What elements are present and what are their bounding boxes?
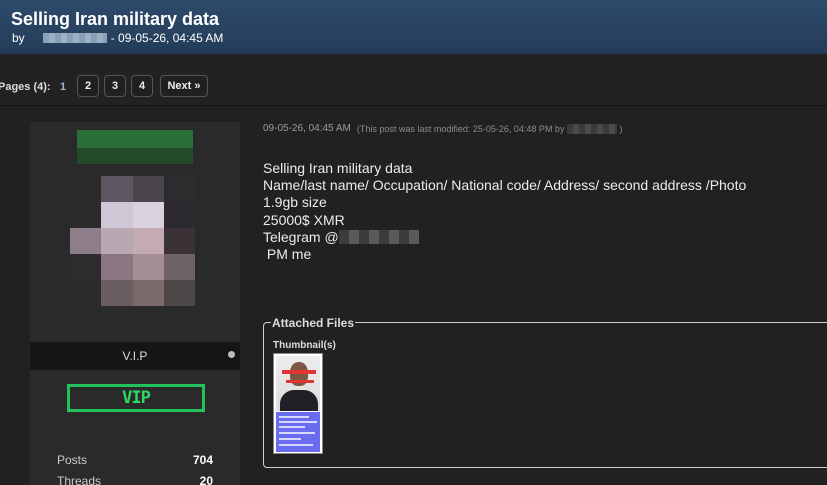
- vip-badge: VIP: [67, 384, 205, 412]
- edit-note-close: ): [619, 123, 623, 134]
- telegram-label: Telegram @: [263, 228, 339, 245]
- attachments-legend: Attached Files: [271, 316, 356, 330]
- next-page-button[interactable]: Next »: [160, 75, 208, 97]
- stat-posts: Posts 704: [57, 453, 213, 467]
- user-banner: [77, 130, 193, 148]
- post-line: Name/last name/ Occupation/ National cod…: [263, 177, 747, 194]
- thread-header: Selling Iran military data by - 09-05-26…: [0, 0, 827, 54]
- stat-value[interactable]: 20: [200, 474, 213, 485]
- user-sidebar: V.I.P VIP Posts 704 Threads 20: [30, 122, 240, 485]
- thumbnails-label: Thumbnail(s): [273, 340, 336, 351]
- post-edit-note: (This post was last modified: 25-05-26, …: [356, 123, 623, 134]
- attachment-thumbnail[interactable]: [273, 353, 323, 454]
- page-current: 1: [60, 81, 67, 93]
- stat-threads: Threads 20: [57, 474, 213, 485]
- page-link-2[interactable]: 2: [77, 75, 99, 97]
- stat-label: Threads: [57, 474, 102, 485]
- post-line: 1.9gb size: [263, 194, 327, 211]
- avatar[interactable]: [70, 176, 195, 306]
- thread-title: Selling Iran military data: [11, 9, 220, 29]
- post-body: Selling Iran military data Name/last nam…: [263, 160, 746, 263]
- thread-meta: by - 09-05-26, 04:45 AM: [12, 31, 223, 45]
- edit-note-text: (This post was last modified: 25-05-26, …: [356, 123, 565, 134]
- thread-date: - 09-05-26, 04:45 AM: [110, 31, 224, 45]
- post-line: Selling Iran military data: [263, 160, 413, 176]
- pages-label: Pages (4):: [0, 81, 51, 93]
- post-date: 09-05-26, 04:45 AM (This post was last m…: [263, 123, 622, 134]
- user-banner-lower: [77, 148, 193, 164]
- redacted-username[interactable]: [42, 33, 107, 43]
- user-rank: V.I.P: [122, 349, 148, 363]
- thread-by-label: by: [12, 31, 25, 45]
- thumbnail-photo: [276, 356, 320, 411]
- page-link-4[interactable]: 4: [131, 75, 153, 97]
- stat-value[interactable]: 704: [193, 453, 213, 467]
- page-link-3[interactable]: 3: [104, 75, 126, 97]
- redacted-editor[interactable]: [567, 123, 618, 134]
- post-line: 25000$ XMR: [263, 211, 345, 228]
- stat-label: Posts: [57, 453, 88, 467]
- attachments-box: [263, 322, 827, 468]
- post-line: PM me: [263, 246, 312, 263]
- thumbnail-id-card: [276, 412, 320, 452]
- redacted-telegram-handle: [338, 230, 419, 245]
- user-rank-bar: V.I.P: [30, 342, 240, 370]
- post-line-telegram: Telegram @: [263, 229, 746, 246]
- online-status-icon: [228, 351, 235, 358]
- post-timestamp[interactable]: 09-05-26, 04:45 AM: [263, 123, 351, 134]
